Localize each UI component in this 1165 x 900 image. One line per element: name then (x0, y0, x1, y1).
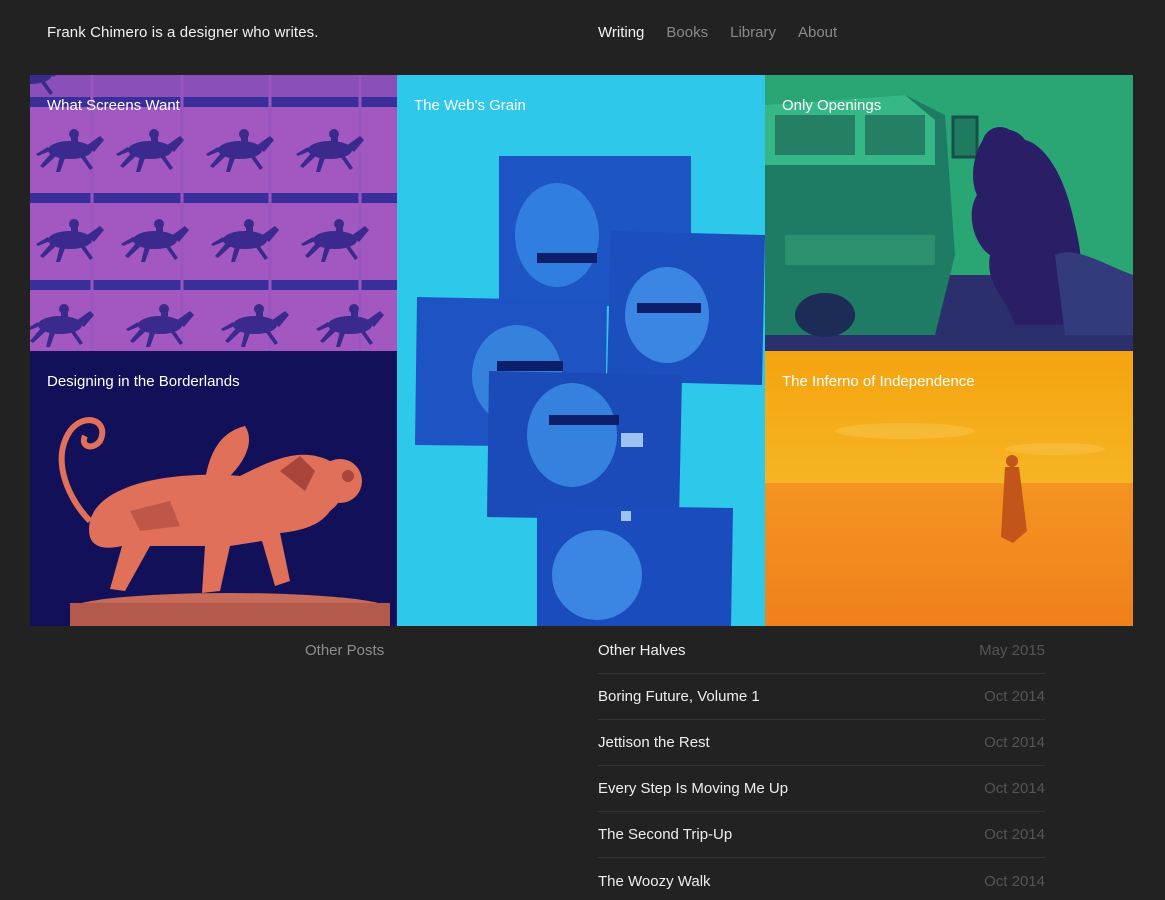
post-date: Oct 2014 (984, 688, 1045, 705)
post-row[interactable]: Boring Future, Volume 1 Oct 2014 (598, 674, 1045, 720)
other-posts-heading: Other Posts (305, 642, 385, 659)
site-title[interactable]: Frank Chimero is a designer who writes. (47, 24, 319, 41)
feature-only-openings[interactable]: Only Openings (765, 75, 1133, 351)
post-date: Oct 2014 (984, 872, 1045, 890)
post-title[interactable]: The Second Trip-Up (598, 826, 732, 843)
bear-and-truck-image (765, 75, 1133, 351)
feature-designing-in-the-borderlands[interactable]: Designing in the Borderlands (30, 351, 397, 626)
post-title[interactable]: Boring Future, Volume 1 (598, 688, 760, 705)
post-row[interactable]: Jettison the Rest Oct 2014 (598, 720, 1045, 766)
chimera-sculpture-image (30, 351, 397, 626)
feature-the-inferno-of-independence[interactable]: The Inferno of Independence (765, 351, 1133, 626)
nav-writing[interactable]: Writing (598, 24, 644, 41)
post-title[interactable]: Jettison the Rest (598, 734, 710, 751)
post-title[interactable]: The Woozy Walk (598, 873, 711, 890)
post-row[interactable]: Other Halves May 2015 (598, 628, 1045, 674)
post-title[interactable]: Other Halves (598, 642, 686, 659)
feature-title[interactable]: The Inferno of Independence (782, 373, 975, 390)
post-date: May 2015 (979, 642, 1045, 659)
post-date: Oct 2014 (984, 734, 1045, 751)
post-date: Oct 2014 (984, 826, 1045, 843)
post-title[interactable]: Every Step Is Moving Me Up (598, 780, 788, 797)
feature-what-screens-want[interactable]: What Screens Want (30, 75, 397, 351)
post-row[interactable]: The Second Trip-Up Oct 2014 (598, 812, 1045, 858)
feature-title[interactable]: Designing in the Borderlands (47, 373, 240, 390)
nav-about[interactable]: About (798, 24, 837, 41)
feature-title[interactable]: The Web's Grain (414, 97, 526, 114)
featured-essays-grid: What Screens Want Designing in the Borde… (30, 75, 1133, 626)
horse-motion-study-image (30, 75, 397, 351)
collage-of-men-image (397, 75, 765, 626)
main-nav: Writing Books Library About (598, 24, 837, 41)
post-date: Oct 2014 (984, 780, 1045, 797)
post-row[interactable]: The Woozy Walk Oct 2014 (598, 858, 1045, 900)
figure-in-field-image (765, 351, 1133, 626)
feature-title[interactable]: What Screens Want (47, 97, 180, 114)
feature-title[interactable]: Only Openings (782, 97, 881, 114)
nav-library[interactable]: Library (730, 24, 776, 41)
post-row[interactable]: Every Step Is Moving Me Up Oct 2014 (598, 766, 1045, 812)
other-posts-list: Other Halves May 2015 Boring Future, Vol… (598, 628, 1045, 900)
feature-the-webs-grain[interactable]: The Web's Grain (397, 75, 765, 626)
nav-books[interactable]: Books (666, 24, 708, 41)
